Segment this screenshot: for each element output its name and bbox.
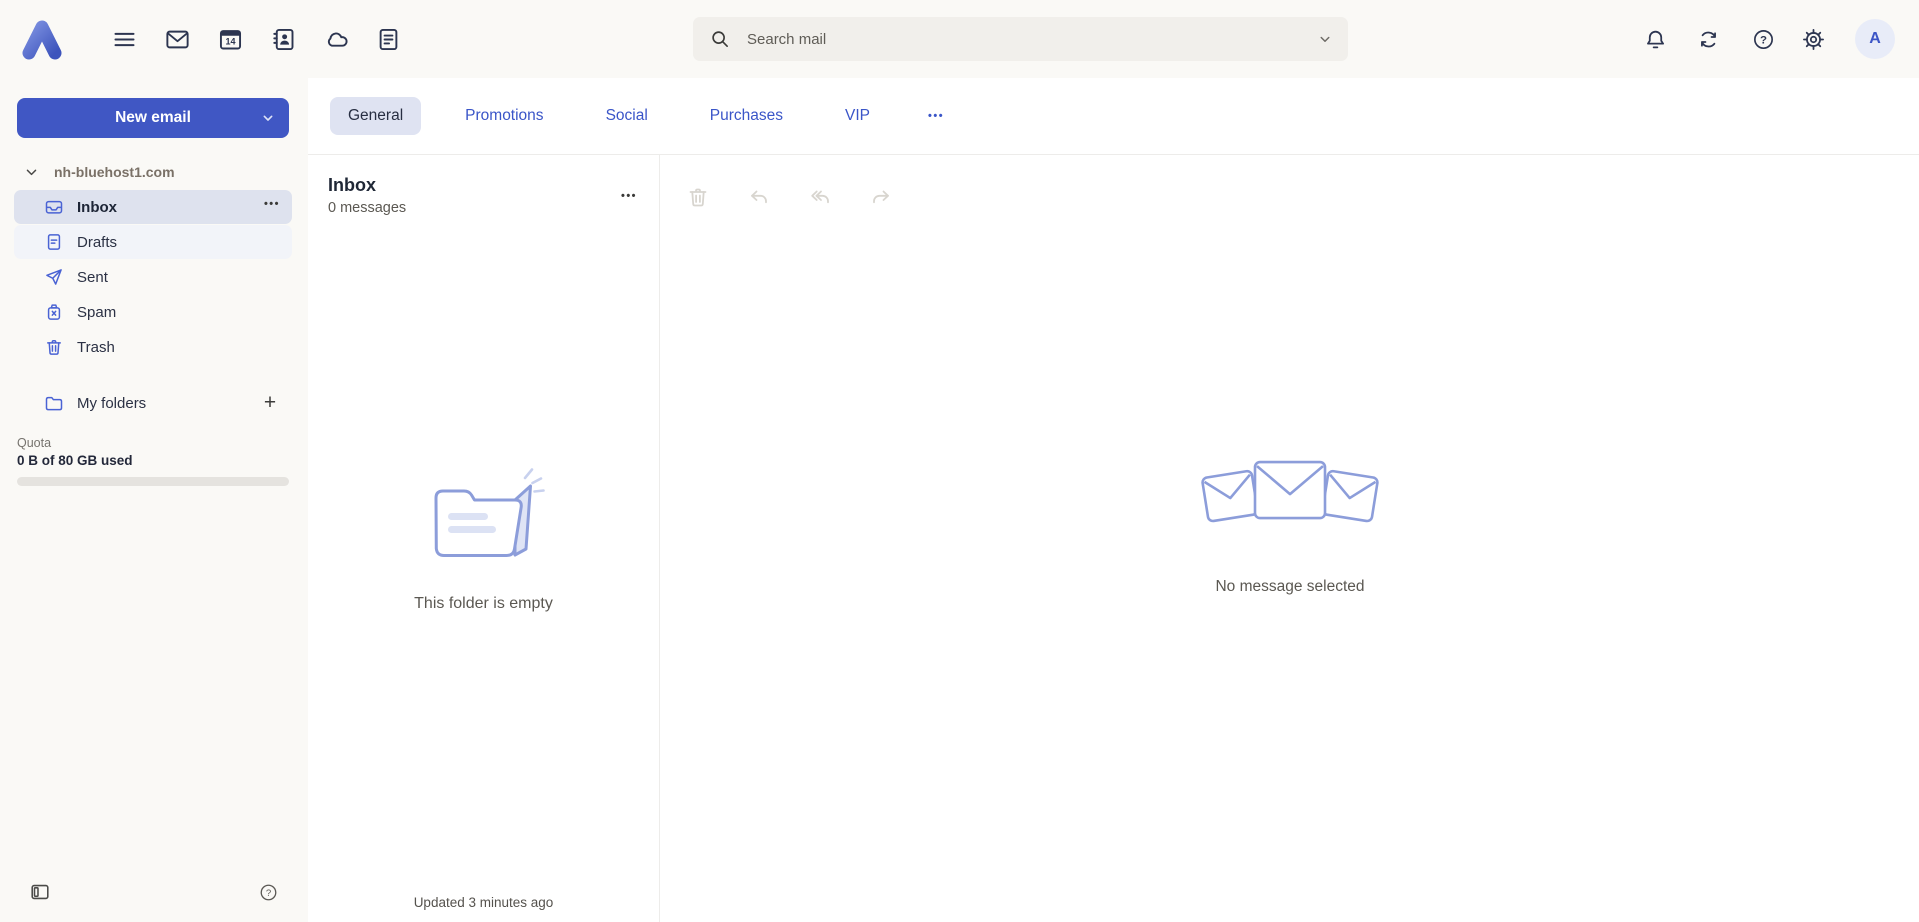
sidebar: New email nh-bluehost1.com Inbox ••• Dra… — [0, 78, 308, 922]
category-tabs: General Promotions Social Purchases VIP … — [308, 78, 1919, 155]
calendar-app-icon[interactable]: 14 — [210, 19, 250, 59]
folder-label: Spam — [77, 304, 116, 321]
search-icon — [709, 28, 731, 50]
account-chevron-down-icon[interactable] — [24, 165, 39, 180]
top-bar: 14 — [0, 0, 1919, 78]
reply-icon[interactable] — [744, 182, 774, 212]
reading-pane: No message selected — [661, 155, 1919, 922]
list-more-icon[interactable]: ••• — [615, 182, 643, 210]
help-glyph: ? — [265, 888, 270, 899]
sidebar-item-my-folders[interactable]: My folders + — [14, 386, 292, 420]
trash-icon — [44, 337, 64, 357]
search-bar — [693, 17, 1348, 61]
calendar-day-label: 14 — [225, 36, 235, 46]
add-folder-button[interactable]: + — [256, 389, 284, 417]
search-options-chevron-down-icon[interactable] — [1316, 30, 1334, 48]
avatar[interactable]: A — [1855, 19, 1895, 59]
new-email-label: New email — [115, 109, 191, 127]
empty-folder-illustration — [418, 465, 550, 569]
account-name: nh-bluehost1.com — [54, 164, 175, 180]
notes-app-icon[interactable] — [368, 19, 408, 59]
sidebar-item-inbox[interactable]: Inbox ••• — [14, 190, 292, 224]
settings-gear-icon[interactable] — [1793, 19, 1833, 59]
folder-icon — [44, 393, 64, 413]
delete-trash-icon[interactable] — [683, 182, 713, 212]
tab-purchases[interactable]: Purchases — [692, 97, 801, 135]
sidebar-item-sent[interactable]: Sent — [14, 260, 292, 294]
tab-general[interactable]: General — [330, 97, 421, 135]
content-area: General Promotions Social Purchases VIP … — [308, 78, 1919, 922]
empty-folder-state: This folder is empty — [308, 465, 659, 613]
quota-section: Quota 0 B of 80 GB used — [17, 436, 289, 486]
search-input[interactable] — [747, 31, 1316, 48]
message-count: 0 messages — [328, 200, 406, 216]
app-logo-icon[interactable] — [16, 13, 68, 65]
forward-icon[interactable] — [866, 182, 896, 212]
help-icon[interactable]: ? — [1743, 19, 1783, 59]
contacts-app-icon[interactable] — [263, 19, 303, 59]
spam-junk-icon — [44, 302, 64, 322]
sidebar-item-drafts[interactable]: Drafts — [14, 225, 292, 259]
notifications-bell-icon[interactable] — [1635, 19, 1675, 59]
menu-icon[interactable] — [104, 19, 144, 59]
my-folders-label: My folders — [77, 395, 146, 412]
sidebar-help-icon[interactable]: ? — [252, 876, 284, 908]
mail-app-icon[interactable] — [157, 19, 197, 59]
help-glyph: ? — [1760, 34, 1767, 46]
message-list-pane: Inbox 0 messages ••• This folder is empt… — [308, 155, 660, 922]
sidebar-item-trash[interactable]: Trash — [14, 330, 292, 364]
folder-label: Trash — [77, 339, 115, 356]
tab-vip[interactable]: VIP — [827, 97, 888, 135]
folder-list: Inbox ••• Drafts Sent Spam — [14, 190, 292, 365]
quota-label: Quota — [17, 436, 289, 450]
empty-folder-text: This folder is empty — [414, 595, 553, 613]
inbox-more-icon[interactable]: ••• — [264, 198, 280, 210]
no-message-text: No message selected — [1215, 578, 1364, 596]
folder-title: Inbox — [328, 175, 376, 196]
tab-promotions[interactable]: Promotions — [447, 97, 561, 135]
folder-label: Drafts — [77, 234, 117, 251]
cloud-app-icon[interactable] — [317, 19, 357, 59]
new-email-chevron-down-icon[interactable] — [260, 110, 276, 126]
tab-social[interactable]: Social — [588, 97, 666, 135]
tabs-more-icon[interactable]: ••• — [922, 100, 950, 132]
quota-progress-bar — [17, 477, 289, 486]
quota-usage: 0 B of 80 GB used — [17, 453, 289, 468]
account-row[interactable]: nh-bluehost1.com — [24, 164, 175, 180]
sent-paper-plane-icon — [44, 267, 64, 287]
folder-label: Inbox — [77, 199, 117, 216]
no-message-state: No message selected — [661, 448, 1919, 596]
collapse-sidebar-icon[interactable] — [24, 876, 56, 908]
message-toolbar — [683, 182, 927, 212]
drafts-document-icon — [44, 232, 64, 252]
reply-all-icon[interactable] — [805, 182, 835, 212]
sidebar-item-spam[interactable]: Spam — [14, 295, 292, 329]
folder-label: Sent — [77, 269, 108, 286]
sync-icon[interactable] — [1688, 19, 1728, 59]
new-email-button[interactable]: New email — [17, 98, 289, 138]
envelopes-illustration — [1195, 448, 1385, 540]
last-updated-status: Updated 3 minutes ago — [308, 895, 659, 910]
inbox-tray-icon — [44, 197, 64, 217]
